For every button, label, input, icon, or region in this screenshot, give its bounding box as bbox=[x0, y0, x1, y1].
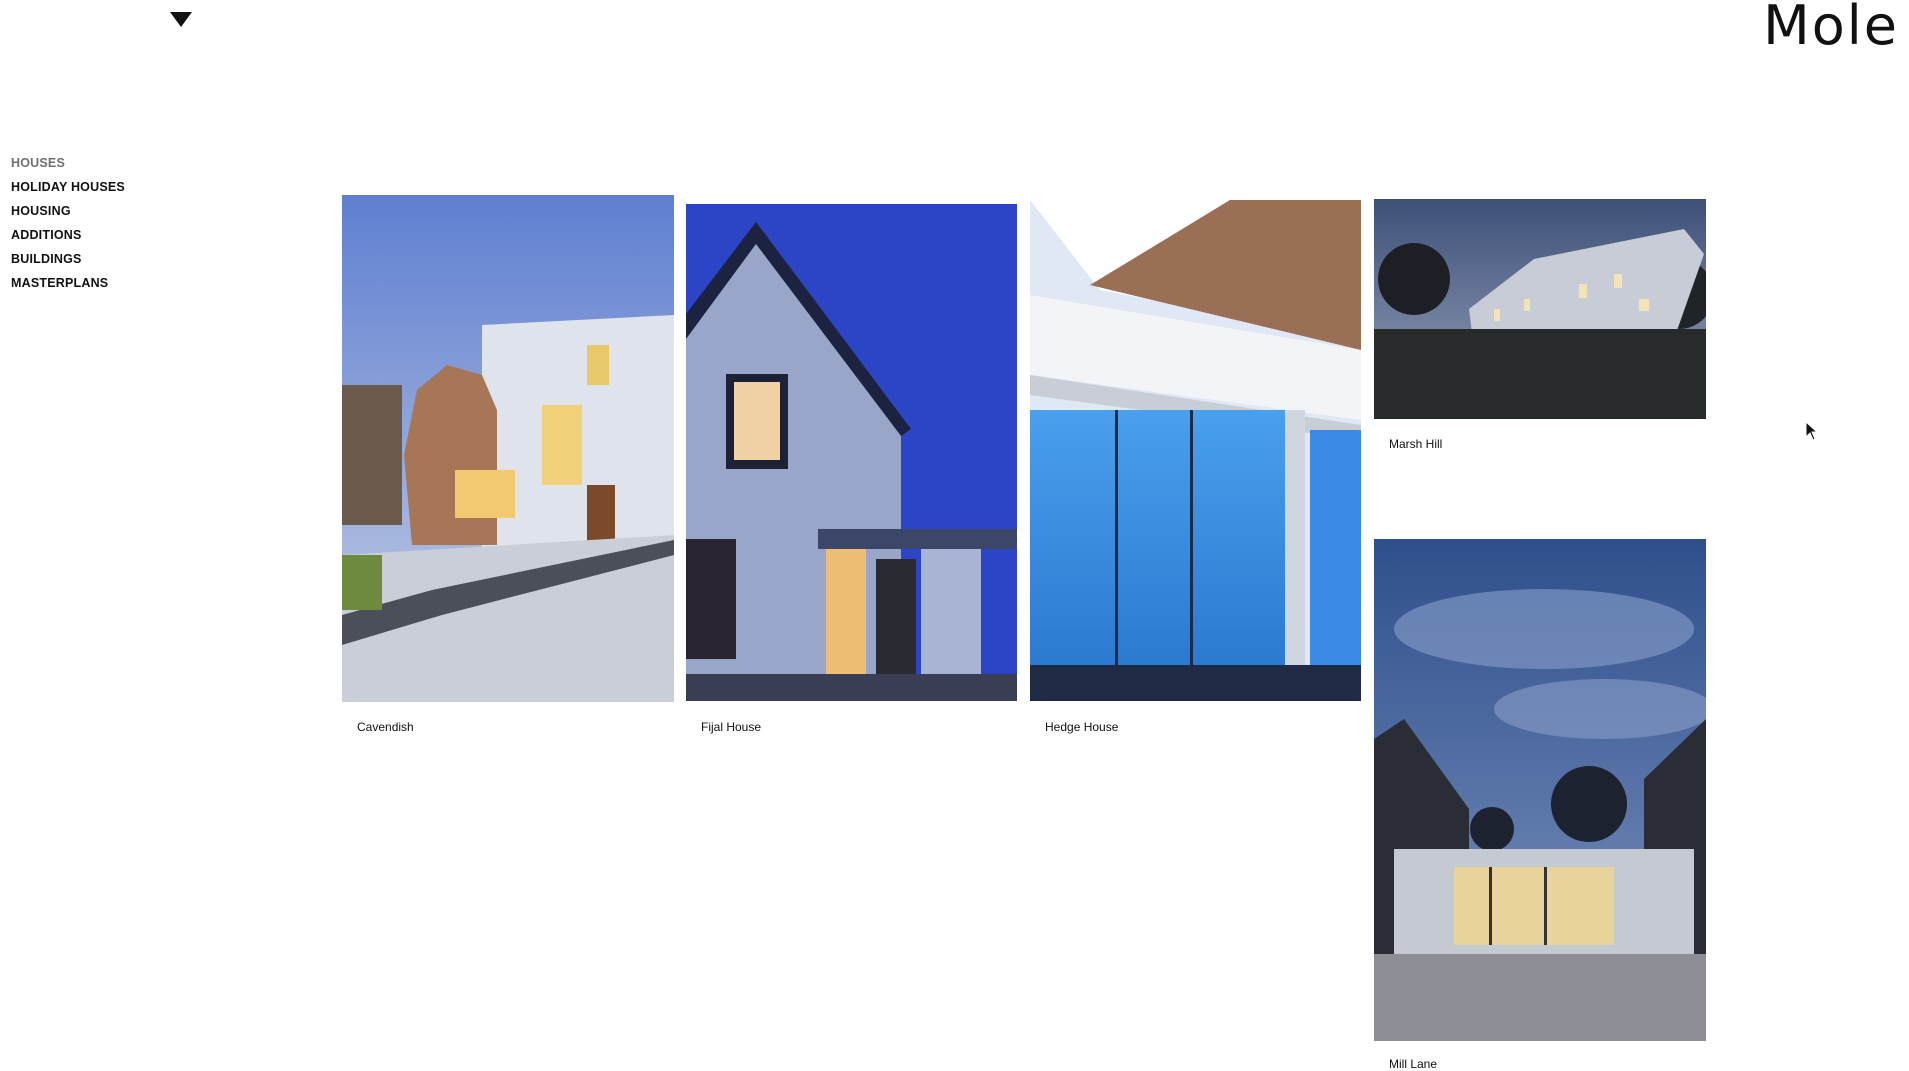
site-logo[interactable]: Mole bbox=[1763, 0, 1899, 57]
nav-item-masterplans[interactable]: MASTERPLANS bbox=[11, 271, 125, 295]
project-title-hedge-house[interactable]: Hedge House bbox=[1045, 720, 1118, 734]
project-photo-marsh-hill[interactable] bbox=[1374, 199, 1706, 419]
menu-toggle-button[interactable] bbox=[168, 10, 194, 30]
project-title-fijal-house[interactable]: Fijal House bbox=[701, 720, 761, 734]
project-card-marsh-hill[interactable]: Marsh Hill bbox=[1374, 199, 1706, 459]
nav-item-buildings[interactable]: BUILDINGS bbox=[11, 247, 125, 271]
project-card-mill-lane[interactable]: Mill Lane bbox=[1374, 539, 1706, 1071]
project-card-hedge-house[interactable]: Hedge House bbox=[1030, 200, 1361, 735]
project-photo-mill-lane[interactable] bbox=[1374, 539, 1706, 1041]
nav-item-houses[interactable]: HOUSES bbox=[11, 151, 125, 175]
category-nav: HOUSES HOLIDAY HOUSES HOUSING ADDITIONS … bbox=[11, 151, 125, 295]
project-photo-fijal-house[interactable] bbox=[686, 204, 1017, 701]
project-title-cavendish[interactable]: Cavendish bbox=[357, 720, 414, 734]
project-photo-hedge-house[interactable] bbox=[1030, 200, 1361, 701]
project-photo-cavendish[interactable] bbox=[342, 195, 674, 702]
nav-item-holiday-houses[interactable]: HOLIDAY HOUSES bbox=[11, 175, 125, 199]
project-title-mill-lane[interactable]: Mill Lane bbox=[1389, 1057, 1437, 1071]
mouse-cursor-icon bbox=[1805, 421, 1819, 441]
project-card-fijal-house[interactable]: Fijal House bbox=[686, 204, 1017, 735]
project-title-marsh-hill[interactable]: Marsh Hill bbox=[1389, 437, 1442, 451]
nav-item-housing[interactable]: HOUSING bbox=[11, 199, 125, 223]
nav-item-additions[interactable]: ADDITIONS bbox=[11, 223, 125, 247]
project-card-cavendish[interactable]: Cavendish bbox=[342, 195, 674, 735]
triangle-down-icon bbox=[170, 12, 192, 27]
